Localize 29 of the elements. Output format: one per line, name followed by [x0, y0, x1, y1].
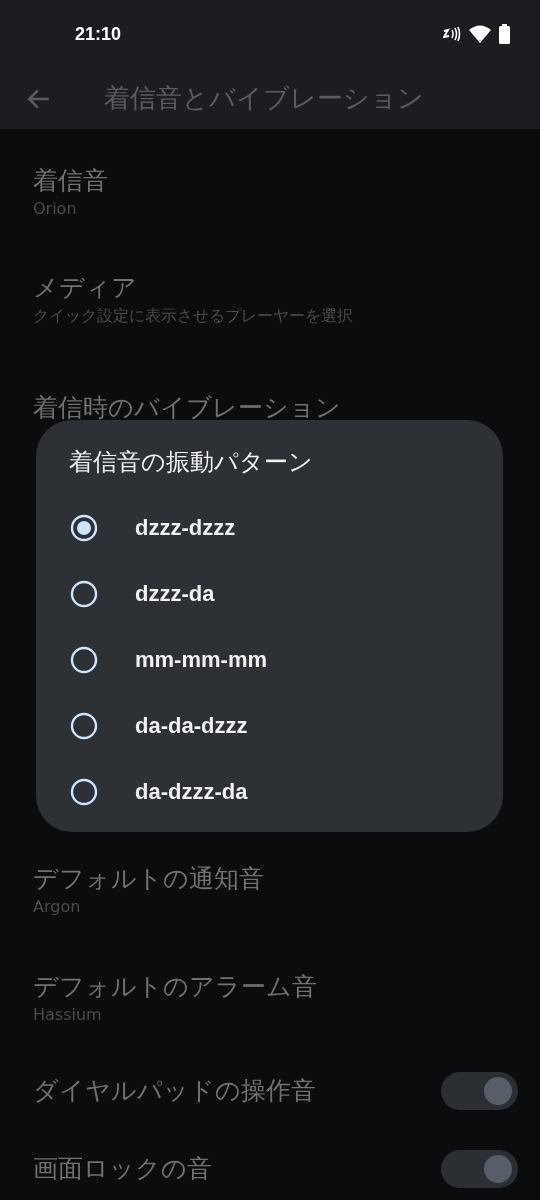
setting-title: デフォルトのアラーム音 — [33, 972, 318, 1001]
option-label[interactable]: dzzz-da — [135, 581, 215, 607]
clock: 21:10 — [75, 23, 122, 45]
radio-button[interactable] — [70, 514, 98, 542]
option-label[interactable]: dzzz-dzzz — [135, 515, 236, 541]
wifi-icon — [469, 25, 491, 43]
radio-button[interactable] — [70, 646, 98, 674]
screen-title: 着信音とバイブレーション — [104, 82, 424, 115]
setting-summary: Hassium — [33, 1004, 103, 1024]
toggle-switch[interactable] — [441, 1150, 518, 1188]
setting-summary: Orion — [33, 198, 78, 218]
dialog-title: 着信音の振動パターン — [68, 447, 314, 478]
setting-summary: クイック設定に表示させるプレーヤーを選択 — [33, 305, 354, 327]
setting-title: 着信時のバイブレーション — [33, 394, 342, 422]
option-label[interactable]: da-dzzz-da — [135, 779, 248, 805]
radio-button[interactable] — [70, 778, 98, 806]
nfc-icon — [443, 26, 461, 42]
battery-icon — [499, 24, 510, 44]
setting-summary: Argon — [33, 896, 82, 916]
radio-button[interactable] — [70, 712, 98, 740]
setting-title: 着信音 — [33, 166, 109, 195]
setting-title: メディア — [33, 273, 138, 302]
setting-title: ダイヤルパッドの操作音 — [33, 1077, 317, 1105]
option-label[interactable]: da-da-dzzz — [135, 713, 248, 739]
setting-title: デフォルトの通知音 — [33, 864, 265, 893]
radio-button[interactable] — [70, 580, 98, 608]
setting-title: 画面ロックの音 — [33, 1155, 213, 1183]
toggle-switch[interactable] — [441, 1072, 518, 1110]
option-label[interactable]: mm-mm-mm — [135, 647, 268, 673]
